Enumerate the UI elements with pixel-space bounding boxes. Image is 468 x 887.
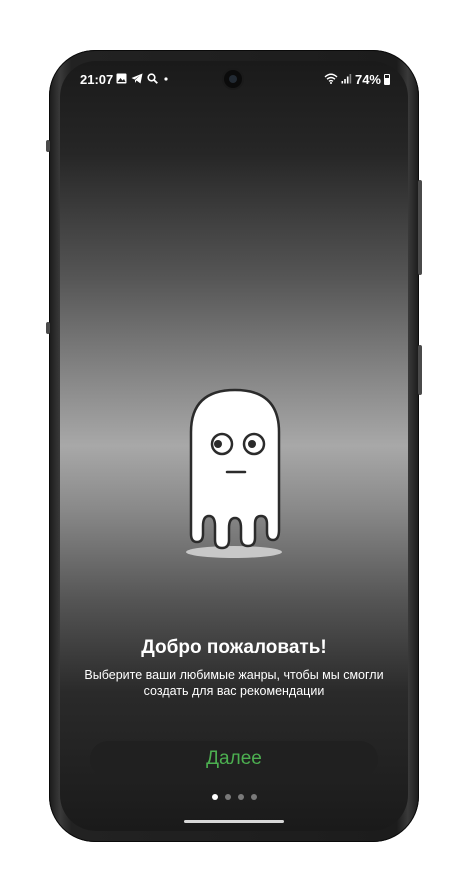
next-button[interactable]: Далее [90, 741, 378, 777]
page-dot [237, 794, 244, 800]
page-indicator [60, 794, 408, 800]
volume-down-button [46, 322, 50, 334]
status-bar: 21:07 74% [60, 61, 408, 95]
welcome-subtitle: Выберите ваши любимые жанры, чтобы мы см… [84, 668, 384, 698]
volume-up-button [46, 140, 50, 152]
screen: 21:07 74% Добро пожаловать! Выберите ваш… [60, 61, 408, 831]
page-dot [211, 794, 218, 800]
welcome-title: Добро пожаловать! [141, 637, 327, 658]
telegram-icon [131, 72, 143, 87]
gallery-icon [116, 72, 127, 87]
power-button [418, 180, 422, 275]
dot-icon [162, 72, 170, 87]
page-dot [250, 794, 257, 800]
battery-percent: 74% [354, 72, 381, 87]
battery-icon [384, 74, 390, 85]
status-time: 21:07 [80, 72, 114, 87]
page-dot [224, 794, 231, 800]
wifi-icon [324, 72, 338, 87]
status-notification-icons [116, 72, 170, 87]
ghost-illustration [185, 384, 285, 564]
home-indicator[interactable] [184, 820, 284, 823]
phone-frame: 21:07 74% Добро пожаловать! Выберите ваш… [46, 50, 422, 842]
search-icon [147, 72, 158, 87]
signal-icon [341, 72, 352, 87]
bixby-button [418, 345, 422, 395]
status-system-icons: 74% [324, 72, 390, 87]
front-camera [224, 70, 242, 88]
